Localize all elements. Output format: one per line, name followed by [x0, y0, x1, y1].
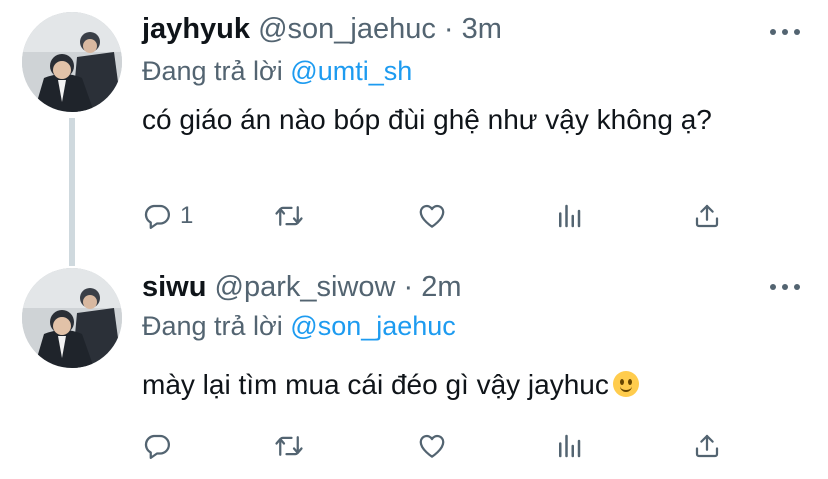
user-handle[interactable]: @park_siwow [215, 271, 396, 303]
reply-button[interactable]: 1 [142, 196, 193, 236]
user-handle[interactable]: @son_jaehuc [258, 13, 436, 45]
display-name[interactable]: siwu [142, 271, 206, 303]
timestamp[interactable]: 2m [421, 271, 461, 303]
mention-link[interactable]: @umti_sh [290, 56, 412, 86]
display-name[interactable]: jayhyuk [142, 13, 250, 45]
slightly-smiling-face-icon [612, 371, 639, 397]
heart-icon [419, 434, 445, 458]
reply-icon [144, 204, 170, 229]
share-button[interactable] [692, 196, 722, 236]
analytics-button[interactable] [554, 196, 584, 236]
like-button[interactable] [417, 426, 447, 466]
tweet-header: siwu @park_siwow · 2m [142, 270, 462, 304]
retweet-icon [275, 436, 303, 456]
tweet-text-block: mày lại tìm mua cái đéo gì vậy jayhuc [142, 363, 782, 407]
mention-link[interactable]: @son_jaehuc [290, 311, 456, 341]
replying-to-label: Đang trả lời [142, 311, 283, 341]
replying-to: Đang trả lời @umti_sh [142, 55, 412, 87]
timestamp[interactable]: 3m [462, 13, 502, 45]
like-button[interactable] [417, 196, 447, 236]
share-icon [695, 434, 719, 458]
tweet-text: có giáo án nào bóp đùi ghệ như vậy không… [142, 104, 712, 135]
avatar[interactable] [22, 268, 122, 368]
analytics-button[interactable] [554, 426, 584, 466]
reply-button[interactable] [142, 426, 180, 466]
retweet-icon [275, 206, 303, 226]
tweet-1[interactable]: jayhyuk @son_jaehuc · 3m Đang trả lời @u… [0, 0, 828, 266]
share-icon [695, 204, 719, 228]
replying-to-label: Đang trả lời [142, 56, 283, 86]
heart-icon [419, 204, 445, 228]
tweet-actions [142, 426, 742, 466]
analytics-icon [559, 434, 581, 458]
analytics-icon [559, 204, 581, 228]
separator-dot: · [403, 271, 414, 303]
avatar[interactable] [22, 12, 122, 112]
replying-to: Đang trả lời @son_jaehuc [142, 310, 456, 342]
tweet-header: jayhyuk @son_jaehuc · 3m [142, 12, 502, 46]
retweet-button[interactable] [274, 426, 304, 466]
reply-count: 1 [180, 202, 194, 229]
share-button[interactable] [692, 426, 722, 466]
more-icon[interactable] [770, 282, 800, 292]
thread-line [69, 118, 75, 266]
reply-icon [144, 434, 170, 459]
tweet-2[interactable]: siwu @park_siwow · 2m Đang trả lời @son_… [0, 260, 828, 479]
tweet-text: mày lại tìm mua cái đéo gì vậy jayhuc [142, 369, 609, 400]
tweet-actions: 1 [142, 196, 742, 236]
more-icon[interactable] [770, 27, 800, 37]
separator-dot: · [443, 13, 454, 45]
retweet-button[interactable] [274, 196, 304, 236]
